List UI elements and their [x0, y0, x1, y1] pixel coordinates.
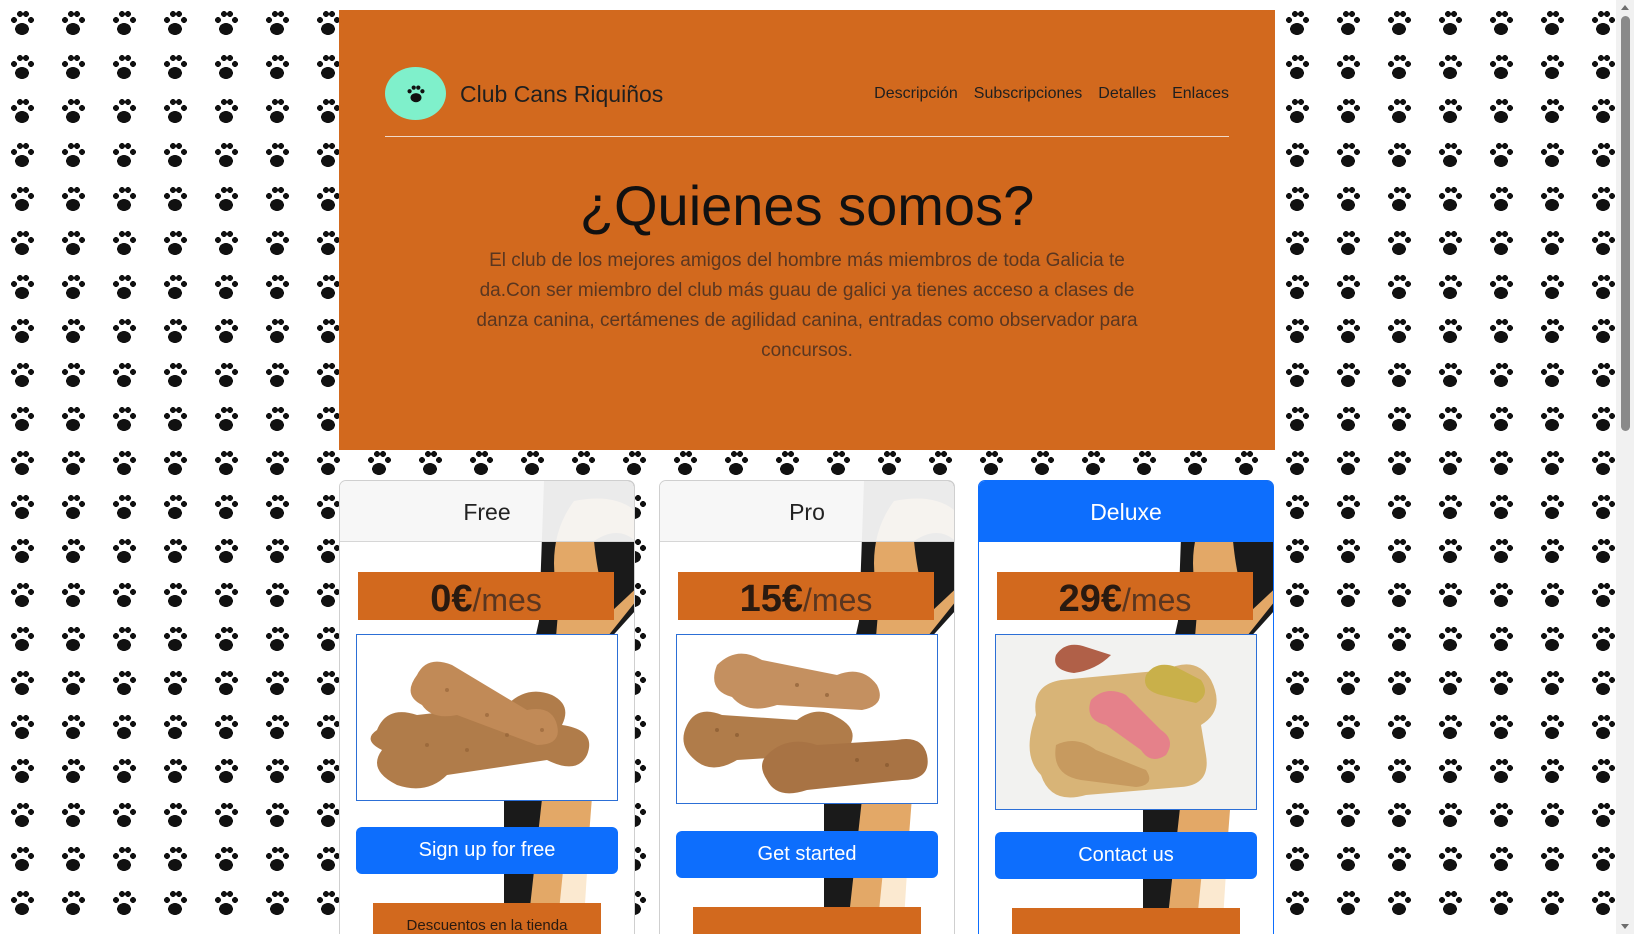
- price-amount: 0€: [430, 578, 473, 620]
- scroll-down-arrow-icon[interactable]: [1621, 924, 1629, 929]
- price-period: /mes: [803, 582, 873, 618]
- nav-link-descripcion[interactable]: Descripción: [874, 85, 958, 103]
- price-amount: 29€: [1058, 578, 1123, 620]
- paw-icon: [405, 83, 427, 105]
- rawhide-bones-treats-photo: [995, 634, 1257, 810]
- hero-title: ¿Quienes somos?: [579, 174, 1035, 237]
- hero-section: Club Cans Riquiños Descripción Subscripc…: [339, 10, 1275, 450]
- sign-up-free-button[interactable]: Sign up for free: [356, 827, 618, 874]
- nav-link-detalles[interactable]: Detalles: [1098, 85, 1156, 103]
- get-started-button[interactable]: Get started: [676, 831, 938, 878]
- scroll-thumb[interactable]: [1621, 16, 1630, 431]
- feature-label: [693, 907, 921, 934]
- plan-name: Free: [340, 481, 634, 542]
- nav-links: Descripción Subscripciones Detalles Enla…: [874, 85, 1229, 103]
- plan-card-free: Free 0€/mes Sign up for free Descuentos …: [339, 480, 635, 934]
- dog-biscuits-pile-photo: [676, 634, 938, 804]
- dog-biscuits-photo: [356, 634, 618, 801]
- price-period: /mes: [472, 582, 542, 618]
- nav-link-subscripciones[interactable]: Subscripciones: [974, 85, 1083, 103]
- scroll-up-arrow-icon[interactable]: [1621, 5, 1629, 10]
- feature-label: Descuentos en la tienda: [373, 903, 601, 934]
- logo[interactable]: [385, 67, 446, 120]
- contact-us-button[interactable]: Contact us: [995, 832, 1257, 879]
- hero-description: El club de los mejores amigos del hombre…: [476, 250, 1138, 361]
- plan-name: Pro: [660, 481, 954, 542]
- plan-price: 0€/mes: [358, 572, 614, 620]
- plan-card-pro: Pro 15€/mes Get started: [659, 480, 955, 934]
- nav-link-enlaces[interactable]: Enlaces: [1172, 85, 1229, 103]
- price-period: /mes: [1122, 582, 1192, 618]
- plan-price: 29€/mes: [997, 572, 1253, 620]
- plan-price: 15€/mes: [678, 572, 934, 620]
- plan-name: Deluxe: [979, 481, 1273, 542]
- feature-label: [1012, 908, 1240, 934]
- price-amount: 15€: [739, 578, 804, 620]
- vertical-scrollbar[interactable]: [1616, 0, 1634, 934]
- plan-card-deluxe: Deluxe 29€/mes Contact us: [978, 480, 1274, 934]
- brand-name[interactable]: Club Cans Riquiños: [460, 81, 663, 108]
- navbar: Club Cans Riquiños Descripción Subscripc…: [385, 56, 1229, 137]
